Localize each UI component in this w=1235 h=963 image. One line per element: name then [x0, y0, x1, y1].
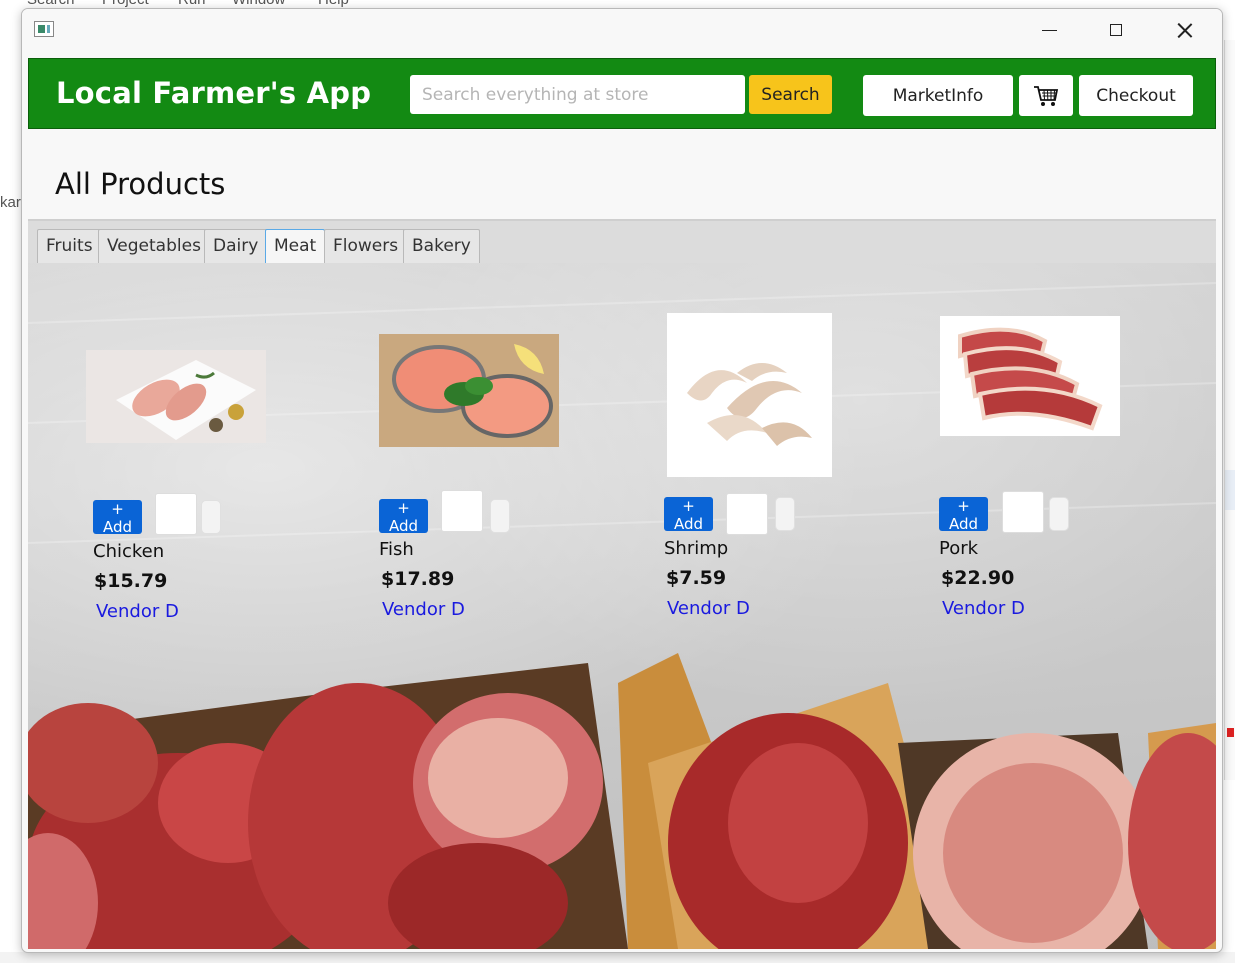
quantity-stepper[interactable]	[1049, 497, 1069, 531]
search-input[interactable]	[410, 75, 745, 114]
tab-vegetables[interactable]: Vegetables	[98, 229, 210, 263]
add-to-cart-button[interactable]: + Add	[664, 497, 714, 533]
vendor-link[interactable]: Vendor D	[382, 599, 465, 620]
product-name: Fish	[379, 539, 414, 560]
background-menu-item: Window	[232, 0, 285, 8]
search-button[interactable]: Search	[749, 75, 832, 114]
title-bar	[22, 9, 1222, 53]
app-header: Local Farmer's App Search MarketInfo Che…	[28, 58, 1216, 129]
app-window-icon	[34, 21, 54, 37]
vendor-link[interactable]: Vendor D	[96, 601, 179, 622]
background-highlight	[1225, 470, 1235, 510]
quantity-stepper[interactable]	[201, 500, 221, 534]
background-ide-strip	[1224, 40, 1235, 780]
background-menu-item: Search	[27, 0, 75, 8]
background-text-fragment: kar	[0, 194, 21, 211]
product-price: $15.79	[94, 570, 168, 592]
quantity-input[interactable]	[726, 493, 768, 535]
minimize-button[interactable]	[1026, 17, 1072, 45]
product-price: $22.90	[941, 567, 1015, 589]
background-menu-item: Help	[318, 0, 349, 8]
product-name: Pork	[939, 538, 979, 559]
vendor-link[interactable]: Vendor D	[667, 598, 750, 619]
tab-bakery[interactable]: Bakery	[403, 229, 480, 263]
vendor-link[interactable]: Vendor D	[942, 598, 1025, 619]
add-to-cart-button[interactable]: + Add	[939, 497, 989, 533]
pork-image	[940, 316, 1120, 436]
tab-dairy[interactable]: Dairy	[204, 229, 268, 263]
shopping-cart-icon	[1034, 85, 1059, 106]
fish-image	[379, 334, 559, 447]
maximize-button[interactable]	[1094, 17, 1140, 45]
product-grid: + Add Chicken $15.79 Vendor D + Add Fish…	[28, 263, 1216, 949]
app-title: Local Farmer's App	[56, 76, 372, 110]
background-menu-item: Run	[178, 0, 206, 8]
shrimp-image	[667, 313, 832, 477]
tab-meat[interactable]: Meat	[265, 229, 326, 263]
quantity-stepper[interactable]	[775, 497, 795, 531]
market-info-button[interactable]: MarketInfo	[863, 75, 1013, 116]
quantity-stepper[interactable]	[490, 499, 510, 533]
app-window: Local Farmer's App Search MarketInfo Che…	[21, 8, 1223, 953]
add-to-cart-button[interactable]: + Add	[379, 499, 429, 535]
tab-flowers[interactable]: Flowers	[324, 229, 408, 263]
checkout-button[interactable]: Checkout	[1079, 75, 1193, 116]
category-tabs: Fruits Vegetables Dairy Meat Flowers Bak…	[28, 219, 1216, 263]
product-price: $7.59	[666, 567, 727, 589]
product-price: $17.89	[381, 568, 455, 590]
chicken-image	[86, 350, 266, 443]
cart-button[interactable]	[1019, 75, 1073, 116]
quantity-input[interactable]	[441, 490, 483, 532]
tab-fruits[interactable]: Fruits	[37, 229, 102, 263]
product-name: Shrimp	[664, 538, 729, 559]
background-menu-item: Project	[102, 0, 149, 8]
product-name: Chicken	[93, 541, 165, 562]
quantity-input[interactable]	[1002, 491, 1044, 533]
background-error-marker	[1227, 728, 1234, 737]
add-to-cart-button[interactable]: + Add	[93, 500, 143, 536]
background-bottom-strip	[0, 952, 1235, 963]
page-title: All Products	[55, 167, 226, 201]
quantity-input[interactable]	[155, 493, 197, 535]
close-button[interactable]	[1162, 17, 1208, 45]
